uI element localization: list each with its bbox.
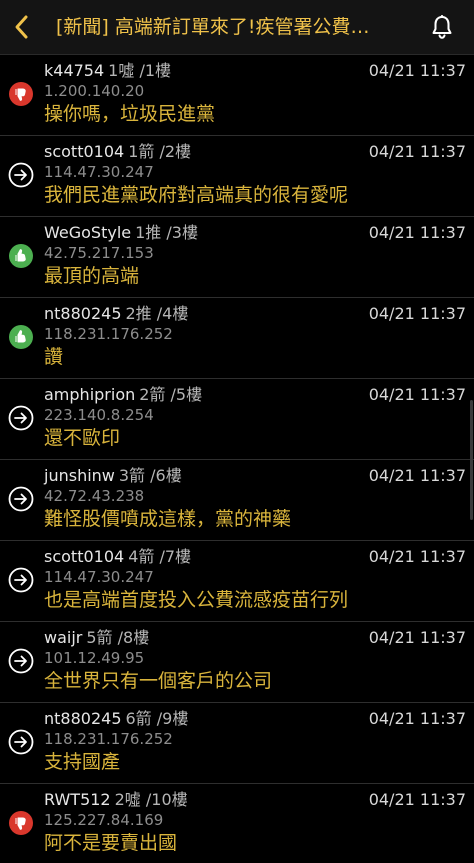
comment-row[interactable]: junshinw 3箭 /6樓 04/21 11:37 42.72.43.238 難怪股… [0,460,474,541]
comment-time: 04/21 11:37 [368,466,466,485]
comment-meta: nt880245 2推 /4樓 [44,304,188,324]
comment-user[interactable]: nt880245 [44,304,122,323]
comment-row[interactable]: waijr 5箭 /8樓 04/21 11:37 101.12.49.95 全世界只有一… [0,622,474,703]
comment-ip: 114.47.30.247 [44,568,154,586]
comment-user[interactable]: scott0104 [44,547,124,566]
comment-user[interactable]: junshinw [44,466,115,485]
comment-text: 全世界只有一個客戶的公司 [44,670,273,692]
comment-meta: nt880245 6箭 /9樓 [44,709,188,729]
comment-ip: 118.231.176.252 [44,325,173,343]
comment-floor: 1噓 /1樓 [108,61,172,80]
comment-user[interactable]: WeGoStyle [44,223,131,242]
comment-text: 最頂的高端 [44,265,140,287]
comment-time: 04/21 11:37 [368,628,466,647]
comment-time: 04/21 11:37 [368,385,466,404]
comment-text: 難怪股價噴成這樣，黨的神藥 [44,508,292,530]
arrow-right-circle-icon [8,486,34,512]
comment-ip: 42.75.217.153 [44,244,154,262]
comment-meta: RWT512 2噓 /10樓 [44,790,188,810]
back-button[interactable] [4,8,40,46]
comment-floor: 3箭 /6樓 [118,466,182,485]
comment-text: 操你嗎，垃圾民進黨 [44,103,216,125]
comment-time: 04/21 11:37 [368,304,466,323]
comment-ip: 223.140.8.254 [44,406,154,424]
comment-meta: amphiprion 2箭 /5樓 [44,385,202,405]
comment-meta: WeGoStyle 1推 /3樓 [44,223,198,243]
comment-row[interactable]: nt880245 6箭 /9樓 04/21 11:37 118.231.176.252… [0,703,474,784]
arrow-right-circle-icon [8,162,34,188]
comment-user[interactable]: nt880245 [44,709,122,728]
comment-row[interactable]: scott0104 4箭 /7樓 04/21 11:37 114.47.30.247 也… [0,541,474,622]
comment-time: 04/21 11:37 [368,790,466,809]
comment-row[interactable]: nt880245 2推 /4樓 04/21 11:37 118.231.176.252… [0,298,474,379]
comment-text: 支持國產 [44,751,121,773]
thumbs-up-icon [8,324,34,350]
comment-text: 我們民進黨政府對高端真的很有愛呢 [44,184,349,206]
comment-time: 04/21 11:37 [368,223,466,242]
comment-ip: 101.12.49.95 [44,649,145,667]
comment-user[interactable]: waijr [44,628,82,647]
comment-time: 04/21 11:37 [368,547,466,566]
comment-floor: 2箭 /5樓 [139,385,203,404]
comment-time: 04/21 11:37 [368,61,466,80]
comment-user[interactable]: k44754 [44,61,104,80]
comment-ip: 114.47.30.247 [44,163,154,181]
comment-floor: 6箭 /9樓 [125,709,189,728]
comment-text: 也是高端首度投入公費流感疫苗行列 [44,589,349,611]
app-window: [新聞] 高端新訂單來了!疾管署公費… k44754 1噓 /1樓 04/21 11… [0,0,474,863]
comment-floor: 2推 /4樓 [125,304,189,323]
comment-ip: 125.227.84.169 [44,811,164,829]
comment-meta: k44754 1噓 /1樓 [44,61,171,81]
comment-ip: 1.200.140.20 [44,82,145,100]
notification-button[interactable] [428,13,456,41]
comment-row[interactable]: scott0104 1箭 /2樓 04/21 11:37 114.47.30.247 我… [0,136,474,217]
comment-row[interactable]: WeGoStyle 1推 /3樓 04/21 11:37 42.75.217.153 最… [0,217,474,298]
comment-user[interactable]: scott0104 [44,142,124,161]
comment-meta: junshinw 3箭 /6樓 [44,466,182,486]
comment-time: 04/21 11:37 [368,142,466,161]
comment-row[interactable]: k44754 1噓 /1樓 04/21 11:37 1.200.140.20 操你嗎，垃… [0,55,474,136]
comment-floor: 4箭 /7樓 [128,547,192,566]
comment-user[interactable]: RWT512 [44,790,111,809]
thumbs-up-icon [8,243,34,269]
comment-ip: 118.231.176.252 [44,730,173,748]
comment-floor: 5箭 /8樓 [86,628,150,647]
bell-icon [432,15,452,39]
comment-floor: 2噓 /10樓 [114,790,188,809]
page-title: [新聞] 高端新訂單來了!疾管署公費… [56,16,370,38]
comment-floor: 1箭 /2樓 [128,142,192,161]
comment-meta: scott0104 4箭 /7樓 [44,547,191,567]
chevron-left-icon [15,15,28,39]
comment-meta: waijr 5箭 /8樓 [44,628,149,648]
comment-meta: scott0104 1箭 /2樓 [44,142,191,162]
thumbs-down-icon [8,81,34,107]
comment-text: 還不歐印 [44,427,121,449]
comment-row[interactable]: amphiprion 2箭 /5樓 04/21 11:37 223.140.8.254… [0,379,474,460]
comment-text: 讚 [44,346,64,368]
comment-floor: 1推 /3樓 [135,223,198,242]
comment-row[interactable]: RWT512 2噓 /10樓 04/21 11:37 125.227.84.169 阿不… [0,784,474,863]
thumbs-down-icon [8,810,34,836]
comment-list[interactable]: k44754 1噓 /1樓 04/21 11:37 1.200.140.20 操你嗎，垃… [0,55,474,863]
comment-user[interactable]: amphiprion [44,385,135,404]
comment-time: 04/21 11:37 [368,709,466,728]
scrollbar[interactable] [470,400,473,520]
arrow-right-circle-icon [8,729,34,755]
comment-ip: 42.72.43.238 [44,487,145,505]
comment-text: 阿不是要賣出國 [44,832,178,854]
arrow-right-circle-icon [8,567,34,593]
arrow-right-circle-icon [8,405,34,431]
arrow-right-circle-icon [8,648,34,674]
top-bar: [新聞] 高端新訂單來了!疾管署公費… [0,0,474,55]
